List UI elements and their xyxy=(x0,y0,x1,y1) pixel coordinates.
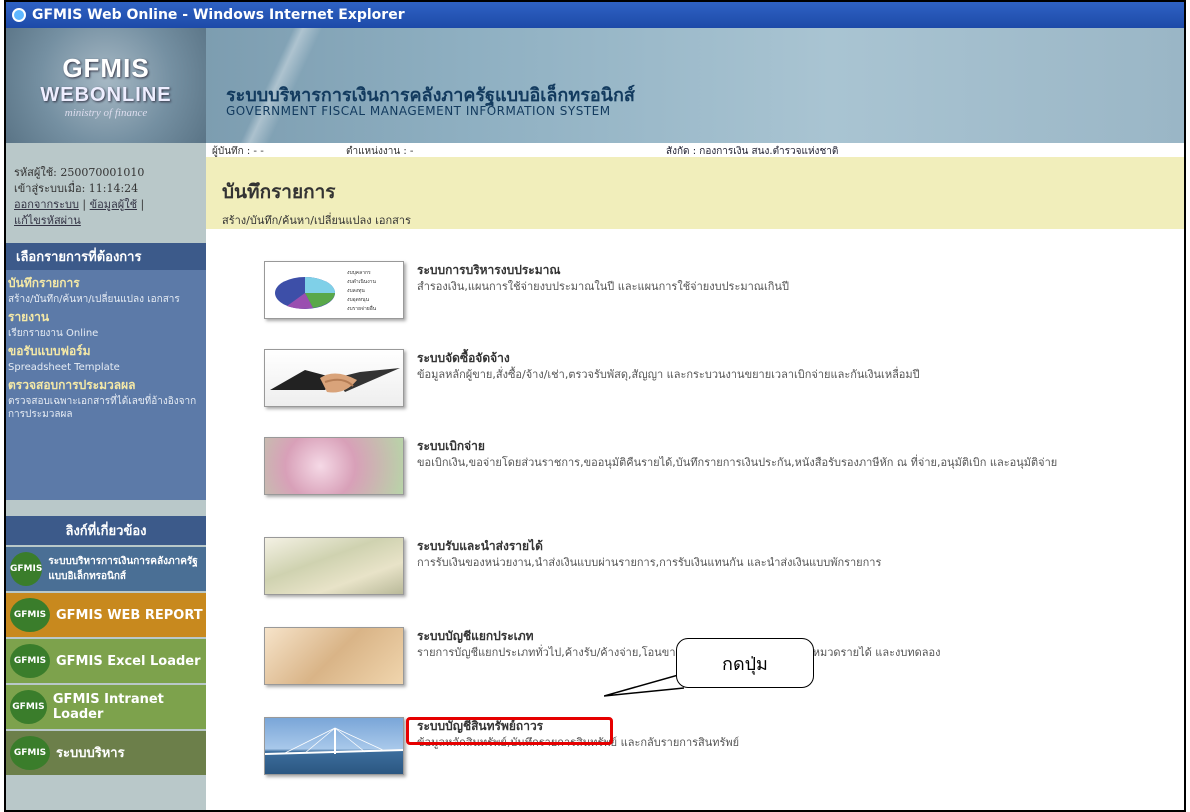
ie-icon xyxy=(12,8,26,22)
gfmis-badge-icon: GFMIS xyxy=(10,736,50,770)
ledger-thumbnail[interactable] xyxy=(264,627,404,685)
pie-legend-item: งบบุคลากร xyxy=(347,270,371,276)
sidebar-item-report[interactable]: รายงาน เรียกรายงาน Online xyxy=(6,308,206,340)
related-links-header: ลิงก์ที่เกี่ยวข้อง xyxy=(6,516,206,545)
main-content: งบบุคลากร งบดำเนินงาน งบลงทุน งบอุดหนุน … xyxy=(206,229,1184,810)
pie-legend-item: งบดำเนินงาน xyxy=(347,278,376,285)
gfmis-badge-icon: GFMIS xyxy=(10,552,43,586)
change-password-link[interactable]: แก้ไขรหัสผ่าน xyxy=(14,214,81,227)
link-admin-system[interactable]: GFMIS ระบบบริหาร xyxy=(6,731,206,775)
gfmis-logo[interactable]: GFMIS WEBONLINE ministry of finance xyxy=(6,28,206,143)
user-info-link[interactable]: ข้อมูลผู้ใช้ xyxy=(90,198,137,211)
banner-title-en: GOVERNMENT FISCAL MANAGEMENT INFORMATION… xyxy=(226,104,611,118)
pie-chart-icon: งบบุคลากร งบดำเนินงาน งบลงทุน งบอุดหนุน … xyxy=(275,270,377,312)
page-header: บันทึกรายการ สร้าง/บันทึก/ค้นหา/เปลี่ยนแ… xyxy=(206,157,1184,229)
login-time: เข้าสู่ระบบเมื่อ: 11:14:24 xyxy=(14,182,139,195)
bridge-thumbnail[interactable] xyxy=(264,717,404,775)
link-gfmis-main[interactable]: GFMIS ระบบบริหารการเงินการคลังภาครัฐแบบอ… xyxy=(6,547,206,591)
pie-legend-item: งบลงทุน xyxy=(347,288,365,294)
link-excel-loader[interactable]: GFMIS GFMIS Excel Loader xyxy=(6,639,206,683)
page-title: บันทึกรายการ xyxy=(222,181,336,203)
sidebar-item-processing-check[interactable]: ตรวจสอบการประมวลผล ตรวจสอบเฉพาะเอกสารที่… xyxy=(6,376,206,421)
menu-header: เลือกรายการที่ต้องการ xyxy=(6,243,206,270)
user-info-bar: ผู้บันทึก : - - ตำแหน่งงาน : - สังกัด : … xyxy=(206,143,1184,157)
gfmis-badge-icon: GFMIS xyxy=(10,644,50,678)
link-web-report[interactable]: GFMIS GFMIS WEB REPORT xyxy=(6,593,206,637)
bridge-icon xyxy=(265,727,403,755)
pie-legend-item: งบอุดหนุน xyxy=(347,297,370,303)
module-description: สำรองเงิน,แผนการใช้จ่ายงบประมาณในปี และแ… xyxy=(417,280,789,293)
budget-pie-thumbnail[interactable]: งบบุคลากร งบดำเนินงาน งบลงทุน งบอุดหนุน … xyxy=(264,261,404,319)
handshake-icon xyxy=(270,368,400,393)
gfmis-badge-icon: GFMIS xyxy=(10,598,50,632)
sidebar: รหัสผู้ใช้: 250070001010 เข้าสู่ระบบเมื่… xyxy=(6,143,206,810)
pie-legend-item: งบรายจ่ายอื่น xyxy=(347,305,377,312)
sidebar-item-record[interactable]: บันทึกรายการ สร้าง/บันทึก/ค้นหา/เปลี่ยนแ… xyxy=(6,274,206,306)
user-id: รหัสผู้ใช้: 250070001010 xyxy=(14,166,145,179)
page-subtitle: สร้าง/บันทึก/ค้นหา/เปลี่ยนแปลง เอกสาร xyxy=(222,214,411,227)
header-banner: GFMIS WEBONLINE ministry of finance ระบบ… xyxy=(6,28,1184,143)
module-description: ข้อมูลหลักผู้ขาย,สั่งซื้อ/จ้าง/เช่า,ตรวจ… xyxy=(417,368,920,381)
module-description: ขอเบิกเงิน,ขอจ่ายโดยส่วนราชการ,ขออนุมัติ… xyxy=(417,456,1058,469)
user-session-info: รหัสผู้ใช้: 250070001010 เข้าสู่ระบบเมื่… xyxy=(6,143,206,229)
banknotes-thumbnail[interactable] xyxy=(264,537,404,595)
sidebar-item-forms[interactable]: ขอรับแบบฟอร์ม Spreadsheet Template xyxy=(6,342,206,374)
module-description: การรับเงินของหน่วยงาน,นำส่งเงินแบบผ่านรา… xyxy=(417,556,882,569)
handshake-thumbnail[interactable] xyxy=(264,349,404,407)
money-flowers-thumbnail[interactable] xyxy=(264,437,404,495)
link-intranet-loader[interactable]: GFMIS GFMIS Intranet Loader xyxy=(6,685,206,729)
browser-window: GFMIS Web Online - Windows Internet Expl… xyxy=(4,0,1186,812)
sidebar-menu: บันทึกรายการ สร้าง/บันทึก/ค้นหา/เปลี่ยนแ… xyxy=(6,270,206,500)
gfmis-badge-icon: GFMIS xyxy=(10,690,47,724)
highlight-box xyxy=(406,717,613,745)
window-titlebar: GFMIS Web Online - Windows Internet Expl… xyxy=(6,2,1184,28)
logout-link[interactable]: ออกจากระบบ xyxy=(14,198,79,211)
callout-label: กดปุ่ม xyxy=(676,638,814,688)
window-title: GFMIS Web Online - Windows Internet Expl… xyxy=(32,7,405,23)
